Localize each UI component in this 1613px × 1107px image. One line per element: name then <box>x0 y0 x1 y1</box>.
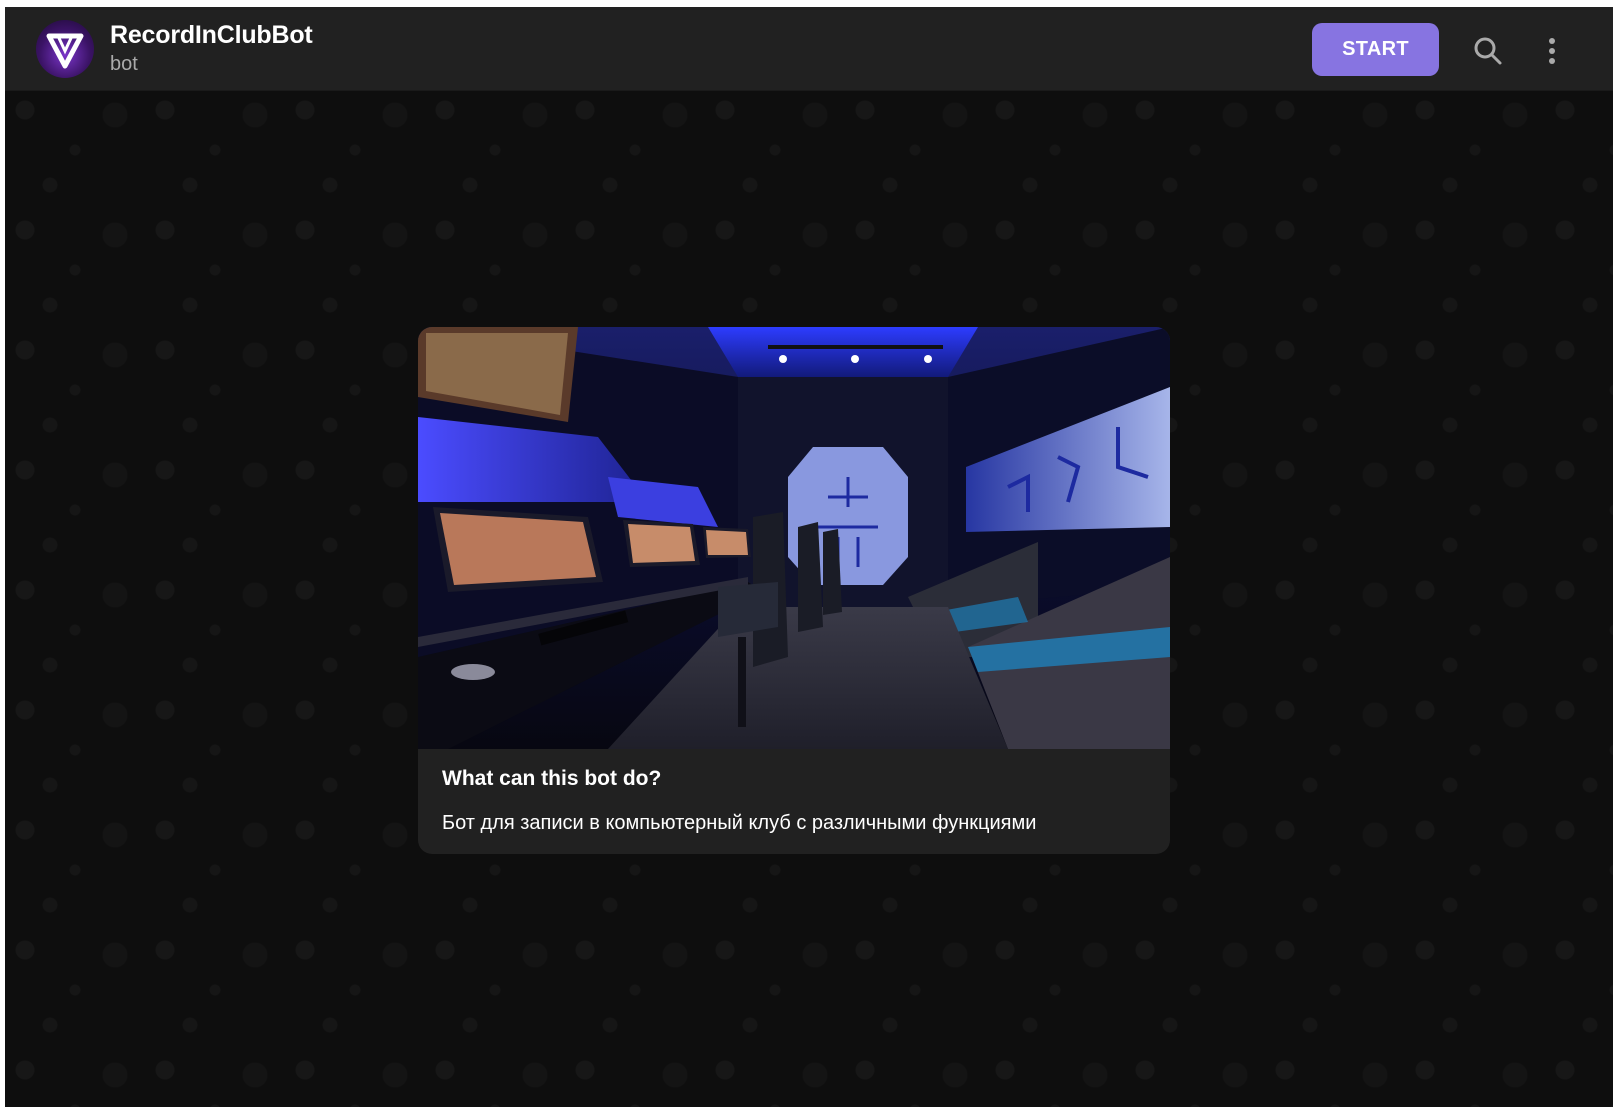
card-description: Бот для записи в компьютерный клуб с раз… <box>442 812 1037 834</box>
more-button[interactable] <box>1535 31 1565 71</box>
v-logo-icon <box>46 33 84 69</box>
search-button[interactable] <box>1468 31 1508 71</box>
chat-subtitle: bot <box>110 53 138 75</box>
more-vertical-icon <box>1549 38 1555 64</box>
gaming-club-photo <box>418 327 1170 749</box>
start-button[interactable]: START <box>1312 23 1439 76</box>
telegram-window: RecordInClubBot bot START What can this … <box>5 7 1613 1107</box>
bot-info-card: What can this bot do? Бот для записи в к… <box>418 327 1170 854</box>
chat-title[interactable]: RecordInClubBot <box>110 21 313 50</box>
bot-avatar[interactable] <box>36 20 94 78</box>
chat-header: RecordInClubBot bot START <box>5 7 1613 91</box>
gaming-club-illustration <box>418 327 1170 749</box>
card-title: What can this bot do? <box>442 767 662 790</box>
search-icon <box>1474 37 1502 65</box>
